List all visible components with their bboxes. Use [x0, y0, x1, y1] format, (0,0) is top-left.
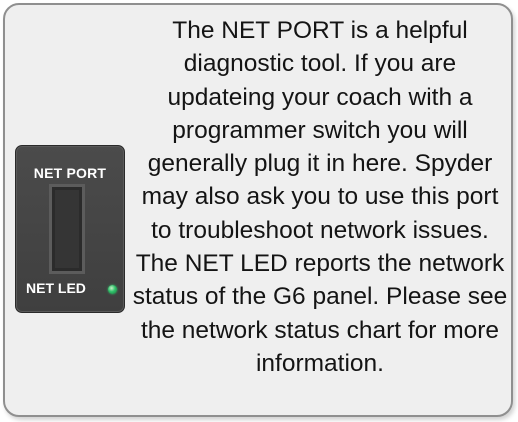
net-led-label: NET LED [26, 280, 86, 296]
ethernet-port-icon [49, 184, 85, 274]
info-card: NET PORT NET LED The NET PORT is a helpf… [3, 3, 513, 417]
net-led-indicator-icon [108, 285, 117, 294]
net-port-panel: NET PORT NET LED [15, 145, 125, 313]
net-port-label: NET PORT [33, 165, 107, 181]
net-port-description: The NET PORT is a helpful diagnostic too… [132, 17, 508, 377]
